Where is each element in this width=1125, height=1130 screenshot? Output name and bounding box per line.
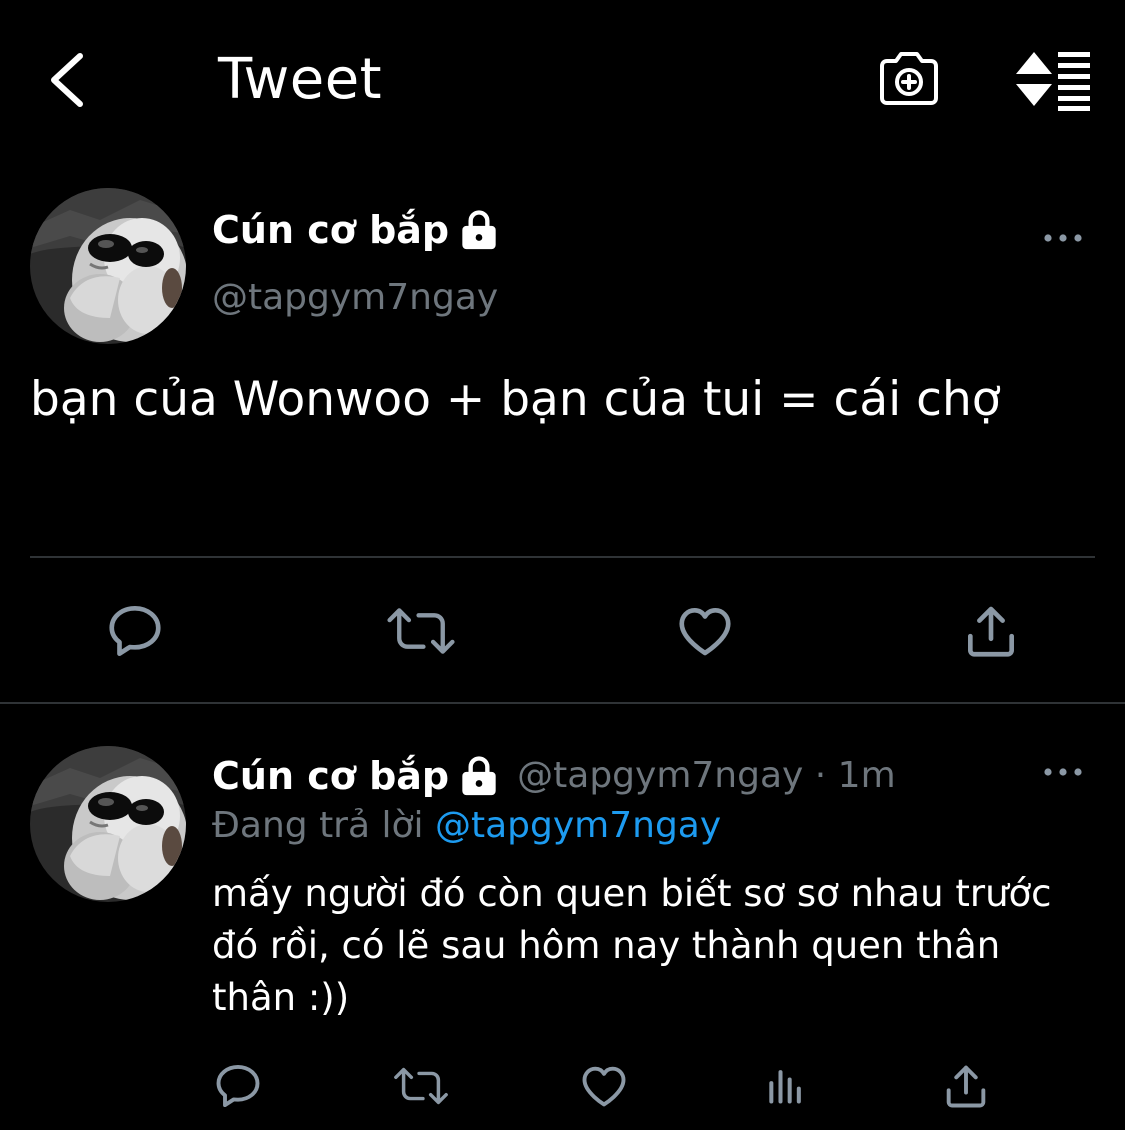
share-icon[interactable] bbox=[960, 600, 1022, 662]
author-display-name[interactable]: Cún cơ bắp bbox=[212, 208, 449, 252]
reply-handle-time[interactable]: @tapgym7ngay · 1m bbox=[517, 754, 896, 798]
reply-avatar[interactable] bbox=[30, 746, 186, 902]
avatar[interactable] bbox=[30, 188, 186, 344]
reply-author-display-name[interactable]: Cún cơ bắp bbox=[212, 754, 449, 798]
share-icon[interactable] bbox=[940, 1060, 992, 1112]
like-icon[interactable] bbox=[578, 1060, 630, 1112]
camera-add-icon[interactable] bbox=[876, 46, 942, 112]
like-icon[interactable] bbox=[674, 600, 736, 662]
replying-prefix: Đang trả lời bbox=[212, 805, 424, 846]
author-name-row: Cún cơ bắp bbox=[212, 208, 499, 252]
more-options-icon[interactable] bbox=[1040, 226, 1086, 250]
more-options-icon[interactable] bbox=[1040, 760, 1086, 784]
page-title: Tweet bbox=[218, 47, 383, 112]
replying-to: Đang trả lời @tapgym7ngay bbox=[212, 804, 721, 848]
divider bbox=[30, 556, 1095, 558]
retweet-icon[interactable] bbox=[392, 1062, 450, 1110]
retweet-icon[interactable] bbox=[384, 602, 458, 660]
stats-icon[interactable] bbox=[764, 1062, 808, 1108]
reply-icon[interactable] bbox=[212, 1060, 264, 1112]
reply-header: Cún cơ bắp @tapgym7ngay · 1m bbox=[212, 754, 896, 798]
reply-icon[interactable] bbox=[104, 600, 166, 662]
reply-text: mấy người đó còn quen biết sơ sơ nhau tr… bbox=[212, 872, 1052, 1019]
author-handle[interactable]: @tapgym7ngay bbox=[212, 276, 498, 320]
mention-link[interactable]: @tapgym7ngay bbox=[435, 805, 721, 846]
sort-lines-icon[interactable] bbox=[1012, 48, 1092, 112]
tweet-text: bạn của Wonwoo + bạn của tui = cái chợ bbox=[30, 372, 1001, 427]
divider bbox=[0, 702, 1125, 704]
lock-icon bbox=[459, 208, 499, 252]
back-arrow-icon[interactable] bbox=[44, 50, 88, 110]
lock-icon bbox=[459, 754, 499, 798]
